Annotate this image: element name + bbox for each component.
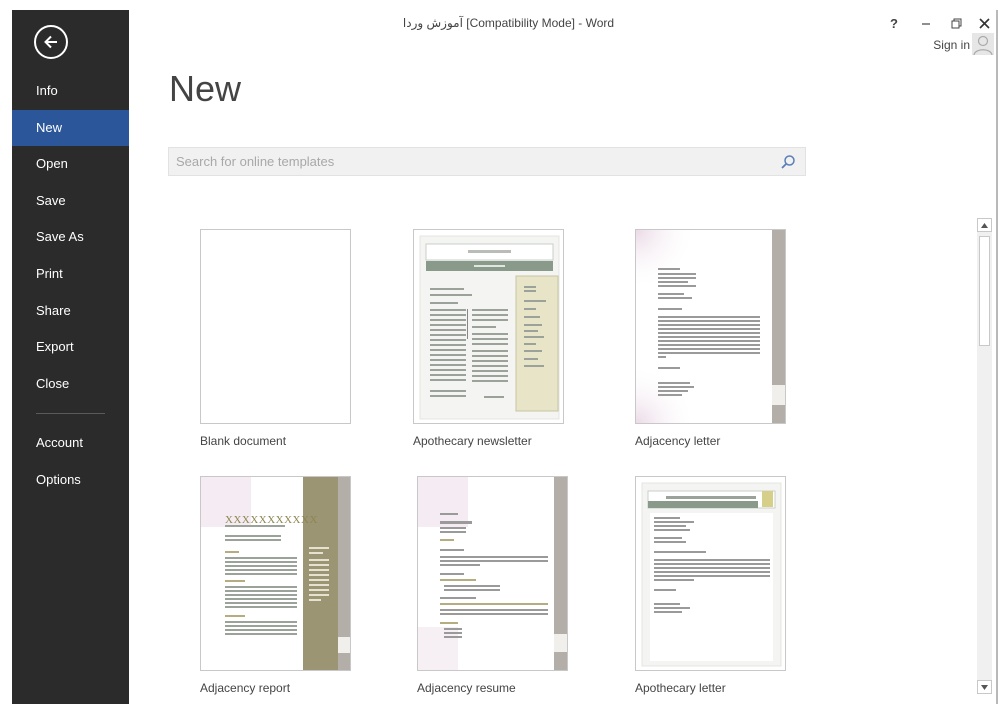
scroll-up-arrow-icon	[981, 222, 988, 228]
nav-item-export[interactable]: Export	[12, 329, 129, 366]
template-adjacency-report[interactable]: XXXXXXXXXXX Adjacency report	[200, 476, 351, 695]
vertical-scrollbar[interactable]	[977, 218, 992, 694]
nav-item-save-as[interactable]: Save As	[12, 219, 129, 256]
template-label: Adjacency resume	[417, 681, 516, 695]
template-label: Adjacency report	[200, 681, 291, 695]
template-label: Apothecary letter	[635, 681, 726, 695]
minimize-button[interactable]	[914, 14, 938, 32]
nav-item-account[interactable]: Account	[12, 425, 129, 462]
nav-item-share[interactable]: Share	[12, 293, 129, 330]
scroll-down-button[interactable]	[977, 680, 992, 694]
nav-divider	[36, 413, 105, 415]
user-avatar[interactable]	[972, 33, 994, 55]
close-icon	[978, 17, 990, 29]
back-button[interactable]	[34, 25, 68, 59]
help-icon: ?	[890, 15, 898, 31]
apothecary-letter-preview	[641, 482, 782, 667]
template-thumbnail	[417, 476, 568, 671]
minimize-icon	[922, 23, 930, 25]
close-window-button[interactable]	[972, 14, 996, 32]
sign-in-link[interactable]: Sign in	[933, 38, 970, 52]
template-search	[168, 147, 806, 176]
resume-preview	[418, 477, 567, 670]
scrollbar-thumb[interactable]	[979, 236, 990, 346]
user-icon	[973, 35, 993, 55]
scroll-down-arrow-icon	[981, 684, 988, 690]
restore-button[interactable]	[944, 14, 968, 32]
nav-item-new[interactable]: New	[12, 109, 129, 147]
report-heading: XXXXXXXXXXX	[225, 514, 318, 526]
scroll-up-button[interactable]	[977, 218, 992, 232]
template-label: Blank document	[200, 434, 287, 448]
template-thumbnail	[413, 229, 564, 424]
template-thumbnail	[200, 229, 351, 424]
word-backstage-window: Info New Open Save Save As Print Share E…	[0, 0, 998, 704]
template-thumbnail	[635, 476, 786, 671]
template-label: Apothecary newsletter	[413, 434, 532, 448]
template-thumbnail	[635, 229, 786, 424]
title-bar: آموزش وردا [Compatibility Mode] - Word ?	[129, 10, 998, 36]
search-button[interactable]	[779, 153, 797, 171]
back-arrow-icon	[44, 35, 57, 49]
desktop-edge	[0, 0, 12, 704]
search-input[interactable]	[169, 148, 769, 175]
template-label: Adjacency letter	[635, 434, 721, 448]
nav-item-options[interactable]: Options	[12, 462, 129, 499]
search-icon	[781, 155, 795, 169]
letter-preview	[636, 230, 785, 423]
page-title: New	[169, 68, 242, 109]
template-thumbnail: XXXXXXXXXXX	[200, 476, 351, 671]
nav-item-save[interactable]: Save	[12, 183, 129, 220]
template-adjacency-letter[interactable]: Adjacency letter	[635, 229, 786, 448]
backstage-sidebar: Info New Open Save Save As Print Share E…	[12, 10, 129, 704]
help-button[interactable]: ?	[882, 14, 906, 32]
template-adjacency-resume[interactable]: Adjacency resume	[417, 476, 568, 695]
nav-item-open[interactable]: Open	[12, 146, 129, 183]
report-preview	[201, 477, 350, 670]
nav-item-print[interactable]: Print	[12, 256, 129, 293]
nav-item-close[interactable]: Close	[12, 366, 129, 403]
template-apothecary-newsletter[interactable]: Apothecary newsletter	[413, 229, 564, 448]
window-title: آموزش وردا [Compatibility Mode] - Word	[402, 16, 615, 30]
nav-item-info[interactable]: Info	[12, 73, 129, 110]
template-blank-document[interactable]: Blank document	[200, 229, 351, 448]
template-apothecary-letter[interactable]: Apothecary letter	[635, 476, 786, 695]
backstage-nav: Info New Open Save Save As Print Share E…	[12, 73, 129, 499]
restore-icon	[951, 18, 961, 28]
newsletter-preview	[419, 235, 560, 420]
